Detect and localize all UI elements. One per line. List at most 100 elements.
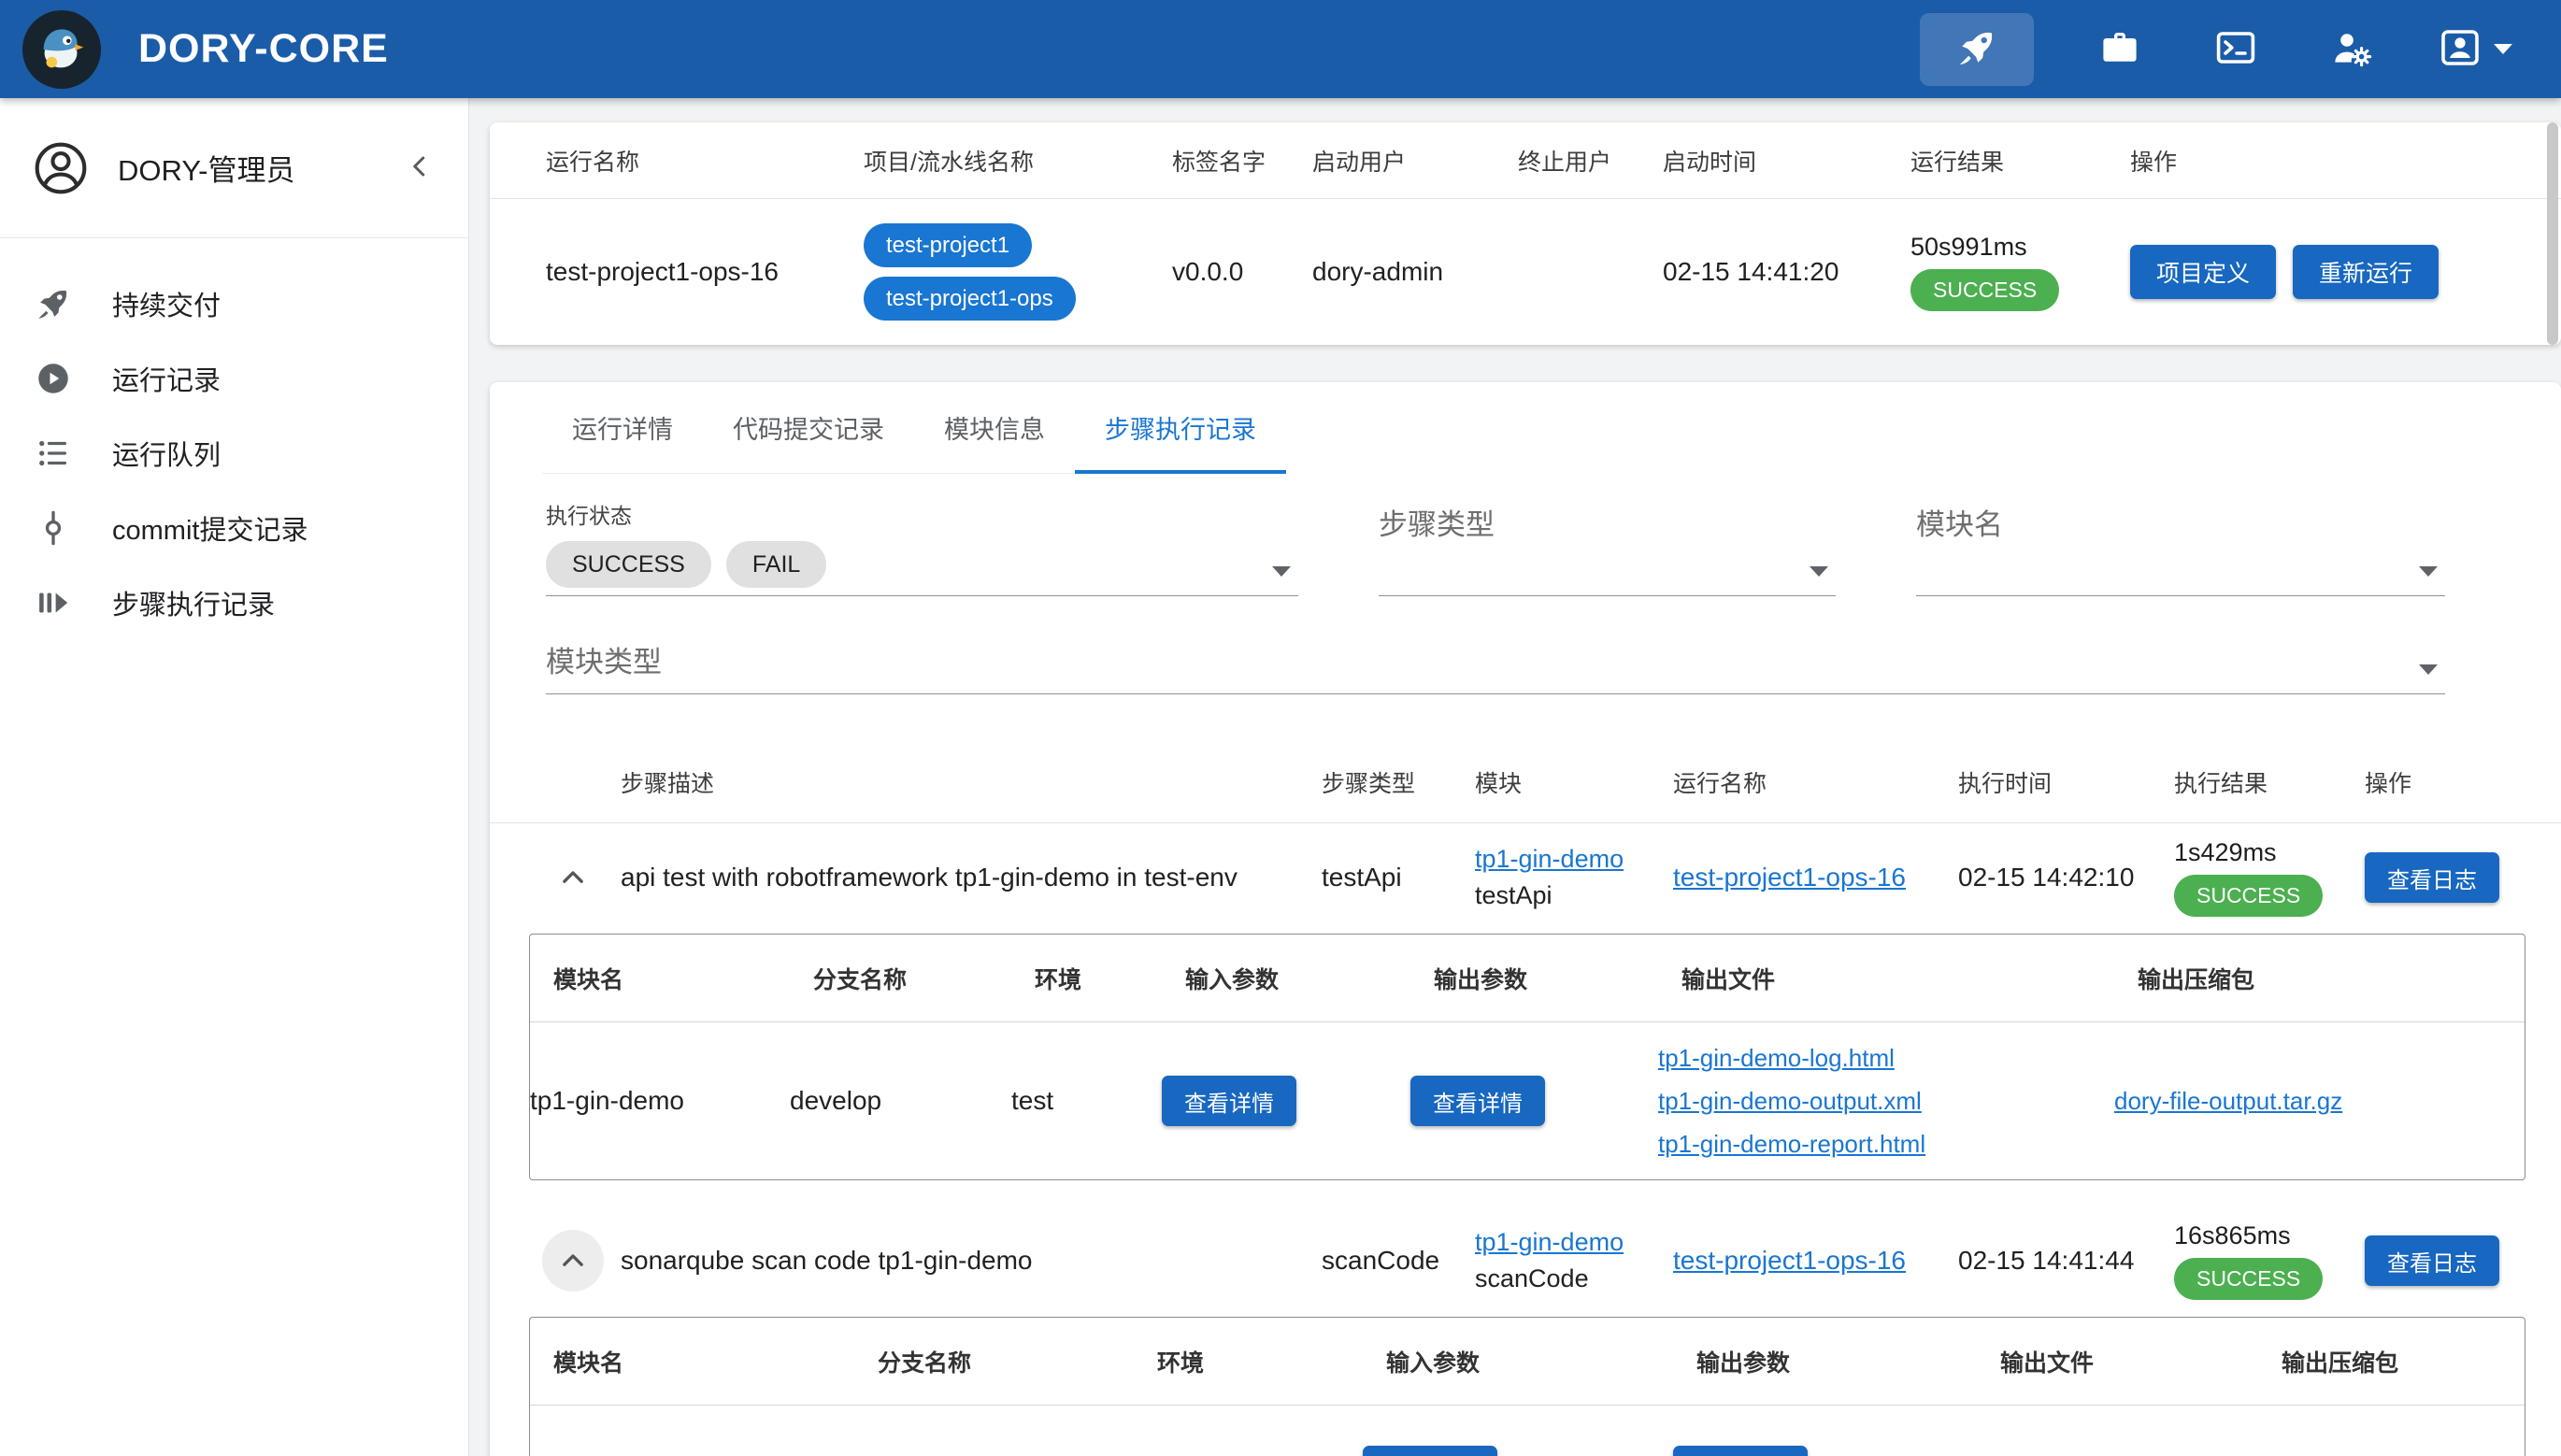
column-header: 输出参数: [1696, 1345, 2000, 1378]
tab-code-commits[interactable]: 代码提交记录: [703, 382, 914, 473]
scrollbar-thumb[interactable]: [2547, 122, 2558, 345]
pipeline-chip[interactable]: test-project1-ops: [864, 277, 1076, 321]
chevron-down-icon[interactable]: [2419, 664, 2438, 675]
exec-result-cell: 1s429ms SUCCESS: [2174, 838, 2365, 917]
sidebar-item-commit-records[interactable]: commit提交记录: [0, 491, 468, 565]
column-header: 输入参数: [1386, 1345, 1696, 1378]
steps-table-header: 步骤描述 步骤类型 模块 运行名称 执行时间 执行结果 操作: [490, 741, 2561, 823]
run-summary-header: 运行名称 项目/流水线名称 标签名字 启动用户 终止用户 启动时间 运行结果 操…: [490, 122, 2561, 199]
module-type-select[interactable]: 模块类型: [546, 632, 2445, 694]
module-name-cell: tp1-gin-demo: [530, 1086, 790, 1116]
column-header: 运行名称: [1673, 765, 1958, 799]
column-header: 操作: [2130, 144, 2542, 178]
project-definition-button[interactable]: 项目定义: [2130, 245, 2276, 299]
step-row: sonarqube scan code tp1-gin-demo scanCod…: [490, 1206, 2561, 1313]
view-detail-button[interactable]: 查看详情: [1673, 1446, 1808, 1456]
terminal-button[interactable]: [2206, 20, 2266, 79]
step-detail-table: 模块名 分支名称 环境 输入参数 输出参数 输出文件 输出压缩包 tp1-gin…: [529, 934, 2525, 1180]
tab-run-details[interactable]: 运行详情: [542, 382, 703, 473]
module-link[interactable]: tp1-gin-demo: [1475, 1228, 1673, 1257]
exec-status-select[interactable]: 执行状态 SUCCESS FAIL: [546, 498, 1298, 596]
step-detail-table: 模块名 分支名称 环境 输入参数 输出参数 输出文件 输出压缩包 tp1-gin…: [529, 1317, 2525, 1456]
column-header: 启动用户: [1312, 144, 1518, 178]
status-badge: SUCCESS: [2174, 875, 2323, 917]
column-header: 运行结果: [1910, 144, 2130, 178]
view-log-button[interactable]: 查看日志: [2365, 1235, 2499, 1286]
step-row: api test with robotframework tp1-gin-dem…: [490, 823, 2561, 930]
user-admin-button[interactable]: [2322, 20, 2382, 79]
output-file-link[interactable]: tp1-gin-demo-log.html: [1658, 1039, 2114, 1077]
app-logo[interactable]: [22, 10, 101, 89]
account-icon: [2438, 25, 2482, 73]
tag-name-cell: v0.0.0: [1172, 257, 1312, 287]
workbench-button[interactable]: [2090, 20, 2150, 79]
filter-chip-success[interactable]: SUCCESS: [546, 541, 711, 588]
avatar: [30, 137, 92, 199]
sidebar-item-step-records[interactable]: 步骤执行记录: [0, 565, 468, 640]
column-header: 项目/流水线名称: [864, 144, 1172, 178]
chevron-down-icon[interactable]: [1810, 566, 1828, 577]
step-description-cell: api test with robotframework tp1-gin-dem…: [621, 863, 1322, 892]
account-menu-button[interactable]: [2438, 20, 2512, 79]
start-time-cell: 02-15 14:41:20: [1663, 257, 1910, 287]
sidebar-collapse-button[interactable]: [399, 148, 440, 189]
rerun-button[interactable]: 重新运行: [2293, 245, 2439, 299]
status-badge: SUCCESS: [1910, 269, 2059, 311]
chevron-down-icon[interactable]: [1272, 566, 1291, 577]
sidebar-item-run-history[interactable]: 运行记录: [0, 341, 468, 416]
column-header: 输出压缩包: [2138, 962, 2525, 995]
main-content: 运行名称 项目/流水线名称 标签名字 启动用户 终止用户 启动时间 运行结果 操…: [469, 98, 2561, 1456]
step-type-select[interactable]: 步骤类型: [1379, 498, 1836, 596]
view-log-button[interactable]: 查看日志: [2365, 852, 2499, 903]
column-header: 操作: [2365, 765, 2542, 799]
sidebar-item-continuous-delivery[interactable]: 持续交付: [0, 266, 468, 341]
chevron-down-icon[interactable]: [2419, 566, 2438, 577]
status-badge: SUCCESS: [2174, 1258, 2323, 1300]
filters-row-2: 模块类型: [546, 632, 2445, 694]
step-records-card: 运行详情 代码提交记录 模块信息 步骤执行记录 执行状态 SUCCESS FAI…: [490, 382, 2561, 1456]
sidebar-item-run-queue[interactable]: 运行队列: [0, 416, 468, 491]
output-params-cell: 查看详情: [1410, 1076, 1658, 1126]
module-link[interactable]: tp1-gin-demo: [1475, 845, 1673, 874]
view-detail-button[interactable]: 查看详情: [1363, 1446, 1497, 1456]
module-cell: tp1-gin-demo scanCode: [1475, 1228, 1673, 1293]
module-name-select[interactable]: 模块名: [1916, 498, 2445, 596]
collapse-row-button[interactable]: [542, 1230, 604, 1292]
continuous-delivery-nav-button[interactable]: [1920, 13, 2034, 86]
column-header: 输出文件: [2000, 1345, 2282, 1378]
env-cell: test: [1011, 1086, 1162, 1116]
column-header: 环境: [1035, 962, 1185, 995]
column-header: 输出参数: [1434, 962, 1681, 995]
sidebar-item-label: 持续交付: [112, 284, 221, 323]
view-detail-button[interactable]: 查看详情: [1410, 1076, 1545, 1126]
chevron-down-icon: [2494, 44, 2512, 54]
filter-chip-fail[interactable]: FAIL: [726, 541, 826, 588]
list-icon: [34, 434, 73, 473]
step-type-cell: testApi: [1322, 863, 1475, 892]
column-header: 模块名: [553, 1345, 878, 1378]
project-pipeline-cell: test-project1 test-project1-ops: [864, 223, 1172, 321]
output-params-cell: 查看详情: [1673, 1446, 1977, 1456]
column-header: 输出压缩包: [2282, 1345, 2525, 1378]
collapse-row-button[interactable]: [542, 847, 604, 908]
step-detail-row: tp1-gin-demo develop 查看详情 查看详情: [530, 1406, 2525, 1456]
column-header: 分支名称: [813, 962, 1035, 995]
briefcase-icon: [2097, 25, 2142, 73]
column-header: 标签名字: [1172, 144, 1312, 178]
output-file-link[interactable]: tp1-gin-demo-report.html: [1658, 1125, 2114, 1163]
steps-icon: [34, 583, 73, 622]
output-archive-link[interactable]: dory-file-output.tar.gz: [2114, 1087, 2342, 1115]
input-params-cell: 查看详情: [1162, 1076, 1410, 1126]
tab-module-info[interactable]: 模块信息: [914, 382, 1075, 473]
column-header: 执行结果: [2174, 765, 2365, 799]
view-detail-button[interactable]: 查看详情: [1162, 1076, 1296, 1126]
run-name-link[interactable]: test-project1-ops-16: [1673, 863, 1906, 892]
step-detail-row: tp1-gin-demo develop test 查看详情 查看详情 tp1-…: [530, 1022, 2525, 1179]
output-file-link[interactable]: tp1-gin-demo-output.xml: [1658, 1082, 2114, 1120]
branch-cell: develop: [790, 1086, 1011, 1116]
run-summary-row: test-project1-ops-16 test-project1 test-…: [490, 199, 2561, 345]
tab-step-records[interactable]: 步骤执行记录: [1075, 382, 1286, 473]
run-name-link[interactable]: test-project1-ops-16: [1673, 1246, 1906, 1275]
chevron-up-icon: [554, 859, 592, 896]
project-chip[interactable]: test-project1: [864, 223, 1032, 267]
